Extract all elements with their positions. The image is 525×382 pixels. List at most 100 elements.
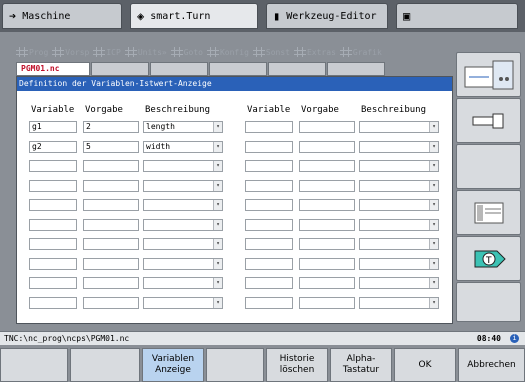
vorgabe-field-left[interactable] bbox=[83, 160, 139, 172]
vorgabe-field-left[interactable] bbox=[83, 179, 139, 192]
beschreibung-select-right[interactable]: ▾ bbox=[359, 277, 439, 289]
beschreibung-select-left[interactable]: width ▾ bbox=[143, 140, 223, 153]
beschreibung-select-left[interactable]: ▾ bbox=[143, 160, 223, 172]
chevron-down-icon[interactable]: ▾ bbox=[213, 122, 222, 132]
tab-maschine[interactable]: ➔ Maschine bbox=[2, 3, 122, 29]
chevron-down-icon[interactable]: ▾ bbox=[213, 180, 222, 191]
beschreibung-select-left[interactable]: ▾ bbox=[143, 277, 223, 289]
tab-smart-turn[interactable]: ◈ smart.Turn bbox=[130, 3, 258, 29]
document-tab-empty[interactable] bbox=[268, 62, 326, 76]
chevron-down-icon[interactable]: ▾ bbox=[213, 219, 222, 230]
alpha-tastatur-button[interactable]: Alpha- Tastatur bbox=[330, 348, 392, 382]
chevron-down-icon[interactable]: ▾ bbox=[213, 239, 222, 249]
variablen-anzeige-button[interactable]: Variablen Anzeige bbox=[142, 348, 204, 382]
vorgabe-field-left[interactable] bbox=[83, 199, 139, 211]
beschreibung-select-right[interactable]: ▾ bbox=[359, 160, 439, 172]
vorgabe-field-right[interactable] bbox=[299, 257, 355, 270]
chevron-down-icon[interactable]: ▾ bbox=[429, 122, 438, 132]
variable-field-left[interactable] bbox=[29, 296, 77, 309]
vorgabe-field-right[interactable] bbox=[299, 160, 355, 172]
chevron-down-icon[interactable]: ▾ bbox=[213, 141, 222, 152]
vorgabe-field-left[interactable] bbox=[83, 238, 139, 250]
chevron-down-icon[interactable]: ▾ bbox=[213, 161, 222, 171]
variable-field-right[interactable] bbox=[245, 277, 293, 289]
variable-field-left[interactable] bbox=[29, 199, 77, 211]
empty-softkey[interactable] bbox=[456, 144, 521, 189]
beschreibung-select-right[interactable]: ▾ bbox=[359, 179, 439, 192]
softkey-1[interactable] bbox=[0, 348, 68, 382]
vorgabe-field-right[interactable] bbox=[299, 296, 355, 309]
view-toggle-softkey[interactable] bbox=[456, 52, 521, 97]
vorgabe-field-left[interactable]: 5 bbox=[83, 140, 139, 153]
variable-field-left[interactable] bbox=[29, 179, 77, 192]
beschreibung-select-right[interactable]: ▾ bbox=[359, 257, 439, 270]
vorgabe-field-left[interactable]: 2 bbox=[83, 121, 139, 133]
chevron-down-icon[interactable]: ▾ bbox=[429, 161, 438, 171]
tool-list-softkey[interactable] bbox=[456, 190, 521, 235]
tab-werkzeug-editor[interactable]: ▮ Werkzeug-Editor bbox=[266, 3, 388, 29]
chevron-down-icon[interactable]: ▾ bbox=[213, 258, 222, 269]
variable-field-right[interactable] bbox=[245, 257, 293, 270]
beschreibung-select-right[interactable]: ▾ bbox=[359, 121, 439, 133]
chevron-down-icon[interactable]: ▾ bbox=[429, 219, 438, 230]
variable-field-left[interactable] bbox=[29, 238, 77, 250]
variable-field-left[interactable] bbox=[29, 160, 77, 172]
document-tab-empty[interactable] bbox=[327, 62, 385, 76]
tab-save[interactable]: ▣ bbox=[396, 3, 518, 29]
chevron-down-icon[interactable]: ▾ bbox=[429, 239, 438, 249]
variable-field-right[interactable] bbox=[245, 160, 293, 172]
beschreibung-select-right[interactable]: ▾ bbox=[359, 296, 439, 309]
beschreibung-select-left[interactable]: ▾ bbox=[143, 238, 223, 250]
chevron-down-icon[interactable]: ▾ bbox=[429, 180, 438, 191]
variable-field-left[interactable]: g2 bbox=[29, 140, 77, 153]
beschreibung-select-right[interactable]: ▾ bbox=[359, 238, 439, 250]
vorgabe-field-right[interactable] bbox=[299, 140, 355, 153]
variable-field-left[interactable] bbox=[29, 218, 77, 231]
chevron-down-icon[interactable]: ▾ bbox=[429, 278, 438, 288]
abbrechen-button[interactable]: Abbrechen bbox=[458, 348, 525, 382]
beschreibung-select-left[interactable]: ▾ bbox=[143, 199, 223, 211]
document-tab-pgm01[interactable]: PGM01.nc bbox=[16, 62, 90, 76]
beschreibung-select-right[interactable]: ▾ bbox=[359, 199, 439, 211]
variable-field-right[interactable] bbox=[245, 238, 293, 250]
vorgabe-field-right[interactable] bbox=[299, 179, 355, 192]
softkey-2[interactable] bbox=[70, 348, 140, 382]
variable-field-left[interactable] bbox=[29, 257, 77, 270]
beschreibung-select-left[interactable]: ▾ bbox=[143, 179, 223, 192]
beschreibung-select-left[interactable]: ▾ bbox=[143, 218, 223, 231]
chevron-down-icon[interactable]: ▾ bbox=[429, 258, 438, 269]
softkey-4[interactable] bbox=[206, 348, 264, 382]
variable-field-right[interactable] bbox=[245, 218, 293, 231]
variable-field-right[interactable] bbox=[245, 296, 293, 309]
beschreibung-select-left[interactable]: ▾ bbox=[143, 296, 223, 309]
beschreibung-select-right[interactable]: ▾ bbox=[359, 140, 439, 153]
vorgabe-field-right[interactable] bbox=[299, 277, 355, 289]
vorgabe-field-right[interactable] bbox=[299, 238, 355, 250]
variable-field-right[interactable] bbox=[245, 121, 293, 133]
chevron-down-icon[interactable]: ▾ bbox=[429, 297, 438, 308]
vorgabe-field-left[interactable] bbox=[83, 277, 139, 289]
chevron-down-icon[interactable]: ▾ bbox=[429, 200, 438, 210]
historie-loeschen-button[interactable]: Historie löschen bbox=[266, 348, 328, 382]
variable-field-right[interactable] bbox=[245, 199, 293, 211]
chevron-down-icon[interactable]: ▾ bbox=[213, 297, 222, 308]
ok-button[interactable]: OK bbox=[394, 348, 456, 382]
chevron-down-icon[interactable]: ▾ bbox=[429, 141, 438, 152]
empty-softkey[interactable] bbox=[456, 282, 521, 322]
variable-field-right[interactable] bbox=[245, 140, 293, 153]
vorgabe-field-left[interactable] bbox=[83, 296, 139, 309]
tool-select-softkey[interactable]: T bbox=[456, 236, 521, 281]
variable-field-left[interactable] bbox=[29, 277, 77, 289]
variable-field-left[interactable]: g1 bbox=[29, 121, 77, 133]
vorgabe-field-right[interactable] bbox=[299, 199, 355, 211]
spindle-softkey[interactable] bbox=[456, 98, 521, 143]
beschreibung-select-left[interactable]: length ▾ bbox=[143, 121, 223, 133]
info-icon[interactable]: i bbox=[510, 334, 519, 343]
beschreibung-select-right[interactable]: ▾ bbox=[359, 218, 439, 231]
document-tab-empty[interactable] bbox=[209, 62, 267, 76]
document-tab-empty[interactable] bbox=[150, 62, 208, 76]
vorgabe-field-left[interactable] bbox=[83, 218, 139, 231]
vorgabe-field-right[interactable] bbox=[299, 121, 355, 133]
beschreibung-select-left[interactable]: ▾ bbox=[143, 257, 223, 270]
variable-field-right[interactable] bbox=[245, 179, 293, 192]
